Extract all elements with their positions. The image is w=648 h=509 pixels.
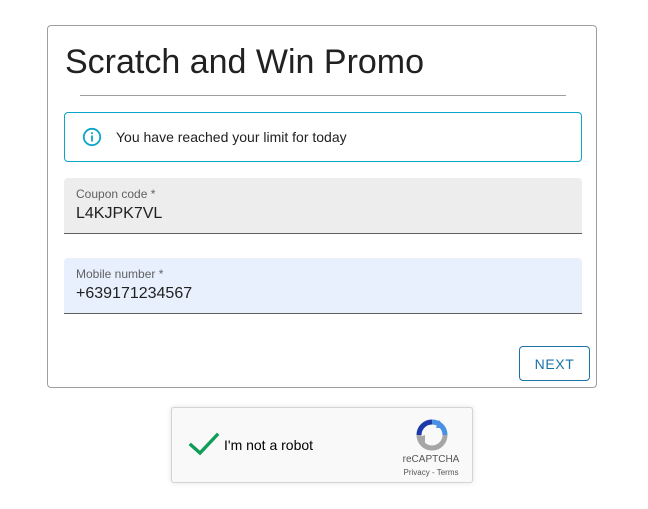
privacy-link[interactable]: Privacy (404, 468, 430, 477)
alert-message: You have reached your limit for today (116, 129, 347, 145)
recaptcha-widget: I'm not a robot reCAPTCHA Privacy - Term… (171, 407, 473, 483)
recaptcha-logo-icon (415, 418, 449, 452)
checkmark-icon (188, 432, 220, 456)
mobile-number-field[interactable]: Mobile number * (64, 258, 582, 314)
recaptcha-brand: reCAPTCHA (402, 454, 460, 465)
page-title: Scratch and Win Promo (65, 43, 425, 81)
coupon-code-input[interactable] (76, 205, 566, 223)
next-button[interactable]: NEXT (519, 346, 590, 381)
mobile-number-label: Mobile number * (76, 267, 164, 281)
not-a-robot-label: I'm not a robot (224, 437, 314, 453)
mobile-number-input[interactable] (76, 285, 566, 303)
terms-link[interactable]: Terms (437, 468, 459, 477)
coupon-code-field[interactable]: Coupon code * (64, 178, 582, 234)
links-separator: - (429, 468, 437, 477)
info-icon (82, 127, 102, 147)
limit-alert: You have reached your limit for today (64, 112, 582, 162)
recaptcha-checkbox[interactable] (188, 428, 220, 460)
coupon-code-label: Coupon code * (76, 187, 156, 201)
title-divider (80, 95, 566, 96)
recaptcha-links: Privacy - Terms (398, 468, 464, 477)
promo-form-card: Scratch and Win Promo You have reached y… (47, 25, 597, 388)
